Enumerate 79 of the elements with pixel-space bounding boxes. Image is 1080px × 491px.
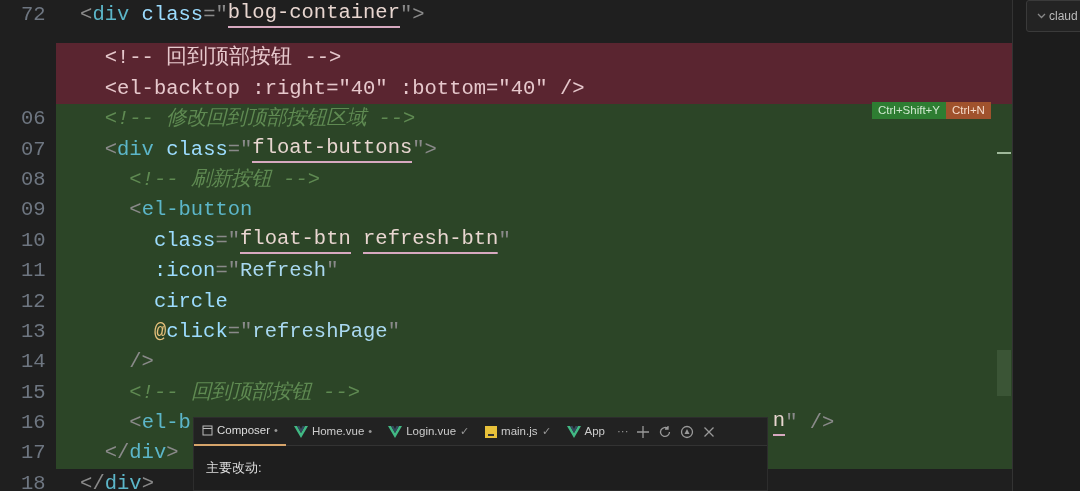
- line-number: 11: [20, 259, 46, 283]
- code-token: div: [117, 136, 154, 163]
- code-token: ": [498, 227, 511, 254]
- scrollbar-thumb[interactable]: [997, 350, 1011, 396]
- code-token: :icon: [152, 258, 216, 285]
- code-token: <!-- 回到顶部按钮 -->: [103, 44, 342, 72]
- message-text: 主要改动:: [205, 459, 263, 477]
- editor-tab[interactable]: Composer •: [194, 417, 286, 446]
- code-token: <: [128, 197, 142, 224]
- editor-tab[interactable]: App: [558, 417, 613, 446]
- code-token: <el-backtop :right="40" :bottom="40" />: [103, 75, 585, 102]
- code-token: ": [387, 318, 400, 345]
- code-token: float-buttons: [252, 134, 413, 163]
- code-token: </: [79, 470, 105, 491]
- line-number: 14: [20, 350, 46, 374]
- reject-button[interactable]: Ctrl+N: [946, 102, 991, 119]
- code-token: <: [79, 2, 93, 28]
- code-token: />: [128, 349, 154, 376]
- code-token: <!-- 修改回到顶部按钮区域 -->: [103, 106, 416, 133]
- code-token: circle: [152, 288, 228, 315]
- editor-tab[interactable]: main.js ✓: [477, 417, 559, 446]
- accept-button[interactable]: Ctrl+Shift+Y: [872, 102, 946, 119]
- line-number: 12: [20, 289, 46, 313]
- plus-icon[interactable]: [636, 424, 651, 439]
- code-token: " />: [785, 410, 835, 437]
- line-number: 16: [20, 411, 46, 435]
- code-token: <!-- 刷新按钮 -->: [128, 166, 321, 193]
- js-icon: [485, 425, 498, 438]
- code-token: Refresh: [240, 258, 327, 285]
- code-token: =": [227, 136, 253, 163]
- panel-tab[interactable]: claud: [1026, 0, 1080, 32]
- code-token: div: [104, 470, 142, 491]
- code-token: el-button: [141, 197, 253, 224]
- scrollbar-marker: [997, 152, 1011, 154]
- line-number: 08: [20, 167, 46, 191]
- refresh-icon[interactable]: [658, 424, 673, 439]
- code-token: @: [152, 318, 167, 345]
- code-token: n: [772, 408, 786, 437]
- code-token: <: [103, 136, 117, 163]
- line-number: 09: [20, 198, 46, 222]
- editor-tab[interactable]: Home.vue •: [285, 417, 381, 446]
- code-token: =": [215, 258, 241, 285]
- code-token: class: [152, 227, 216, 254]
- code-token: <!-- 回到顶部按钮 -->: [128, 379, 361, 406]
- code-token: class: [165, 136, 228, 163]
- code-token: ">: [399, 2, 425, 28]
- code-token: blog-container: [227, 0, 400, 28]
- code-token: =": [215, 227, 241, 254]
- circle-icon[interactable]: [680, 424, 695, 439]
- more-button[interactable]: ···: [613, 422, 633, 441]
- chevron-icon: [1037, 13, 1046, 19]
- vue-icon: [388, 425, 403, 438]
- code-token: click: [166, 318, 228, 345]
- code-token: </: [103, 440, 130, 467]
- window-icon: [202, 425, 213, 436]
- code-token: <: [128, 410, 142, 437]
- line-number: 13: [20, 319, 46, 343]
- vue-icon: [293, 425, 308, 438]
- code-token: ": [326, 258, 339, 285]
- line-number: 17: [20, 441, 46, 465]
- code-token: >: [166, 440, 179, 467]
- code-token: refreshPage: [252, 318, 388, 345]
- code-token: div: [129, 440, 167, 467]
- line-number: 72: [20, 3, 46, 26]
- code-token: >: [141, 470, 154, 491]
- code-token: div: [92, 2, 130, 28]
- code-token: =": [203, 2, 228, 28]
- code-token: ">: [412, 136, 437, 163]
- editor-tab[interactable]: Login.vue ✓: [380, 417, 478, 446]
- line-number: 18: [20, 471, 46, 491]
- close-icon[interactable]: [702, 424, 717, 439]
- line-number: 06: [20, 107, 46, 131]
- code-token: class: [140, 2, 204, 28]
- line-number: 10: [20, 228, 46, 252]
- code-token: =": [227, 318, 253, 345]
- vue-icon: [566, 425, 581, 438]
- line-number: 15: [20, 380, 46, 404]
- code-token: el-b: [141, 410, 191, 437]
- line-number: 07: [20, 137, 46, 161]
